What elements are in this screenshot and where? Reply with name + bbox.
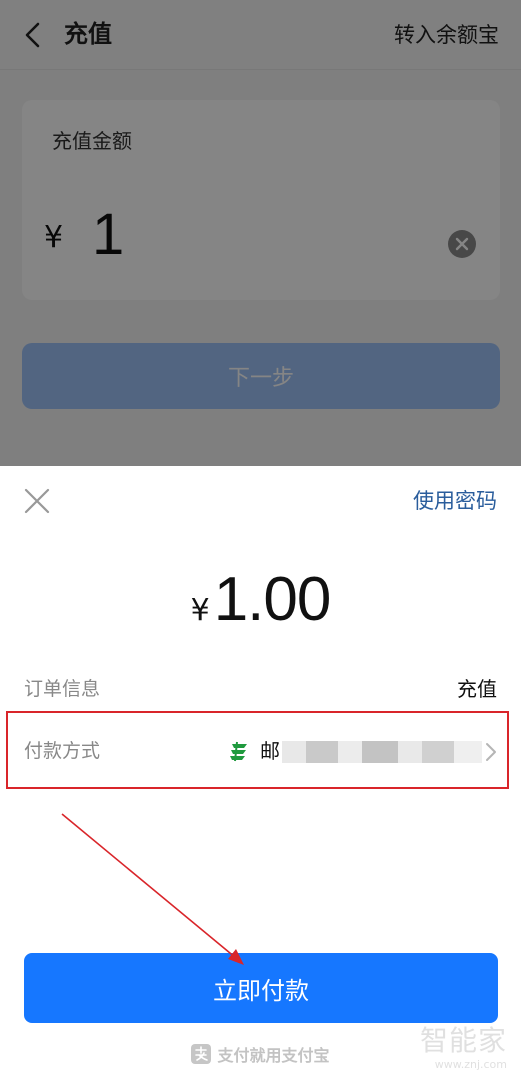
clear-circle-icon[interactable]: [447, 229, 477, 259]
order-info-row: 订单信息 充值: [24, 672, 497, 706]
payment-sheet: 使用密码 ¥1.00 订单信息 充值 付款方式 邮 立即付款 支付就用支付宝: [0, 466, 521, 1080]
amount-label: 充值金额: [52, 129, 132, 153]
payment-method-label: 付款方式: [24, 740, 101, 762]
watermark-url: www.znj.com: [434, 1058, 507, 1071]
top-bar: 充值 转入余额宝: [0, 0, 521, 70]
chevron-right-icon: [484, 741, 498, 763]
transfer-to-yuebao-link[interactable]: 转入余额宝: [394, 18, 499, 52]
order-info-value: 充值: [457, 677, 497, 701]
amount-currency: ¥: [44, 220, 64, 255]
masked-card-number: [282, 741, 482, 763]
watermark: 智能家 www.znj.com: [413, 1024, 513, 1076]
footer-text: 支付就用支付宝: [217, 1046, 330, 1065]
payment-amount: ¥1.00: [0, 564, 521, 635]
payment-currency: ¥: [190, 593, 210, 628]
payment-method-row[interactable]: 付款方式 邮: [24, 732, 505, 772]
pay-now-button[interactable]: 立即付款: [24, 953, 498, 1023]
close-icon[interactable]: [24, 488, 50, 514]
amount-input[interactable]: 1: [92, 200, 124, 270]
use-password-link[interactable]: 使用密码: [413, 484, 497, 518]
chevron-left-icon[interactable]: [20, 20, 48, 50]
alipay-logo-icon: [191, 1044, 212, 1064]
watermark-logo: 智能家: [419, 1024, 507, 1057]
amount-card: 充值金额 ¥ 1: [22, 100, 500, 300]
next-step-button[interactable]: 下一步: [22, 343, 500, 409]
bank-name: 邮: [260, 739, 280, 763]
payment-value: 1.00: [213, 565, 332, 634]
recharge-page: 充值 转入余额宝 充值金额 ¥ 1 下一步: [0, 0, 521, 466]
order-info-label: 订单信息: [24, 678, 101, 700]
page-title: 充值: [64, 20, 112, 48]
postal-bank-icon: [229, 740, 249, 762]
